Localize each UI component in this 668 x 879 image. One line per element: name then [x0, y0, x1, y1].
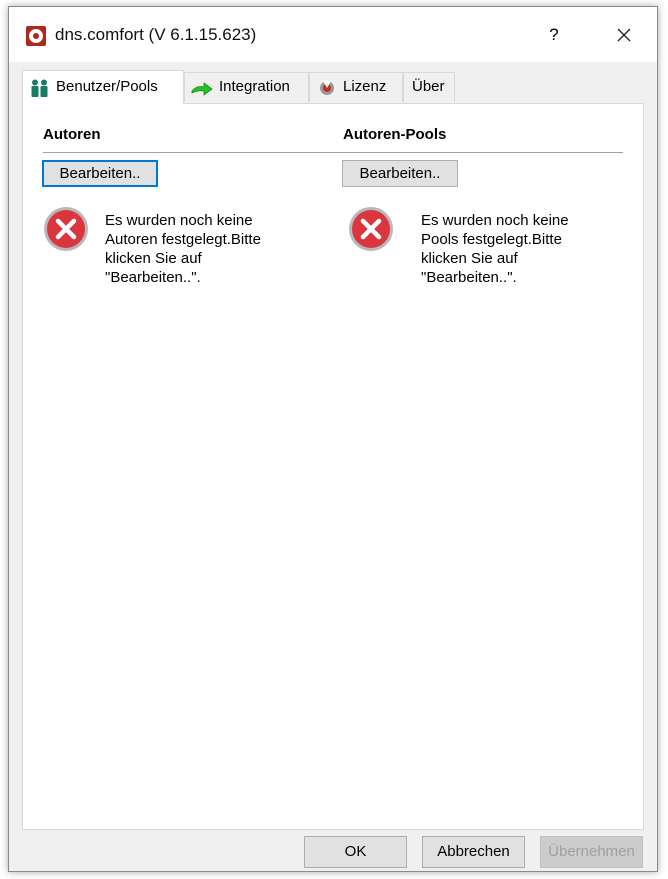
- error-icon: [44, 207, 88, 251]
- tab-panel: Autoren Autoren-Pools Bearbeiten.. Bearb…: [22, 103, 644, 830]
- green-arrow-icon: [191, 82, 213, 96]
- authors-heading: Autoren: [43, 126, 101, 143]
- tab-label: Benutzer/Pools: [56, 78, 158, 95]
- tab-label: Über: [412, 78, 445, 95]
- authors-empty-message: Es wurden noch keine Autoren festgelegt.…: [105, 212, 261, 286]
- tab-label: Integration: [219, 78, 290, 95]
- pools-empty-message: Es wurden noch keine Pools festgelegt.Bi…: [421, 212, 569, 286]
- close-button[interactable]: [609, 21, 639, 49]
- close-icon: [617, 28, 631, 42]
- edit-pools-button[interactable]: Bearbeiten..: [342, 160, 458, 187]
- license-seal-icon: [320, 81, 334, 95]
- tab-strip: Benutzer/Pools Integration Lizenz Über: [22, 70, 652, 104]
- author-pools-heading: Autoren-Pools: [343, 126, 447, 143]
- header-separator: [43, 152, 623, 153]
- apply-button[interactable]: Übernehmen: [540, 836, 643, 868]
- tab-benutzer-pools[interactable]: Benutzer/Pools: [22, 70, 184, 104]
- tab-label: Lizenz: [343, 78, 387, 95]
- users-icon: [31, 79, 48, 97]
- help-button[interactable]: ?: [539, 21, 569, 49]
- error-icon: [349, 207, 393, 251]
- app-icon: [26, 26, 46, 46]
- tab-lizenz[interactable]: Lizenz: [309, 72, 403, 102]
- window-title: dns.comfort (V 6.1.15.623): [55, 25, 257, 44]
- tab-integration[interactable]: Integration: [184, 72, 309, 102]
- tab-ueber[interactable]: Über: [403, 72, 455, 102]
- cancel-button[interactable]: Abbrechen: [422, 836, 525, 868]
- ok-button[interactable]: OK: [304, 836, 407, 868]
- title-bar[interactable]: dns.comfort (V 6.1.15.623) ?: [9, 7, 657, 62]
- edit-authors-button[interactable]: Bearbeiten..: [42, 160, 158, 187]
